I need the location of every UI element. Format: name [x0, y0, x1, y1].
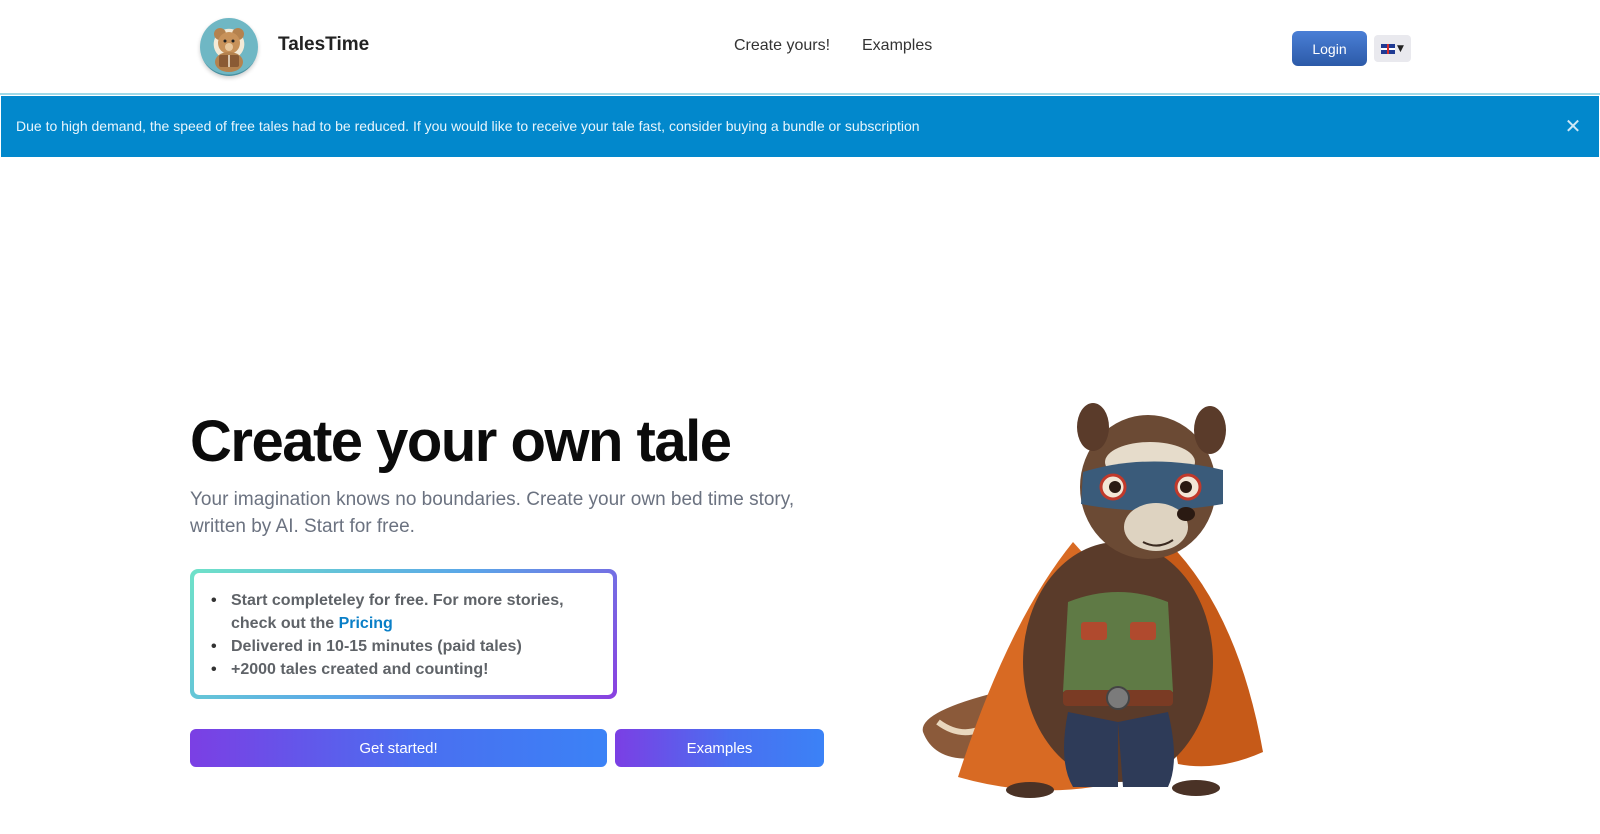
nav-create-yours[interactable]: Create yours!	[734, 37, 830, 55]
notice-banner: Due to high demand, the speed of free ta…	[1, 96, 1599, 157]
chevron-down-icon: ▼	[1397, 43, 1404, 54]
features-box: Start completeley for free. For more sto…	[190, 569, 617, 699]
feature-free: Start completeley for free. For more sto…	[210, 589, 599, 635]
close-icon[interactable]: ✕	[1559, 112, 1587, 140]
site-header: TalesTime Create yours! Examples Login ▼	[0, 0, 1600, 95]
brand-name[interactable]: TalesTime	[278, 34, 369, 56]
superhero-raccoon-illustration	[918, 392, 1298, 812]
hero-subtitle: Your imagination knows no boundaries. Cr…	[190, 489, 795, 537]
examples-button[interactable]: Examples	[615, 729, 824, 767]
features-list: Start completeley for free. For more sto…	[210, 589, 599, 681]
teddy-bear-logo[interactable]	[200, 18, 258, 76]
feature-delivery: Delivered in 10-15 minutes (paid tales)	[210, 635, 599, 658]
login-button[interactable]: Login	[1292, 31, 1367, 66]
feature-count: +2000 tales created and counting!	[210, 658, 599, 681]
language-select[interactable]: ▼	[1374, 35, 1411, 62]
banner-message: Due to high demand, the speed of free ta…	[16, 118, 920, 134]
hero-title: Create your own tale	[190, 409, 732, 474]
pricing-link[interactable]: Pricing	[339, 615, 393, 632]
uk-flag-icon	[1381, 43, 1396, 54]
get-started-button[interactable]: Get started!	[190, 729, 607, 767]
nav-examples[interactable]: Examples	[862, 37, 932, 55]
